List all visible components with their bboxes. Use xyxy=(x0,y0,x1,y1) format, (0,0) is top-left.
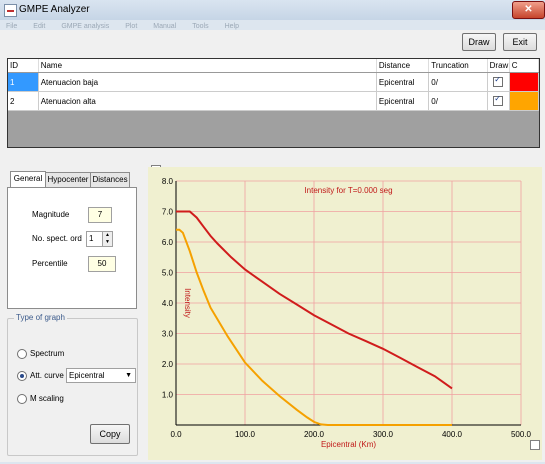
draw-checkbox[interactable] xyxy=(493,94,504,106)
title-bar: GMPE Analyzer ✕ xyxy=(0,0,545,20)
chevron-down-icon: ▼ xyxy=(125,372,132,379)
draw-checkbox[interactable] xyxy=(493,75,504,87)
gmpe-grid: ID Name Distance Truncation Draw C 1 Ate… xyxy=(7,58,540,148)
percentile-label: Percentile xyxy=(32,259,68,268)
menu-manual[interactable]: Manual xyxy=(153,22,176,30)
y-tick-label: 6.0 xyxy=(162,238,174,247)
att-curve-select-value: Epicentral xyxy=(69,371,105,380)
cell-color[interactable] xyxy=(509,91,540,111)
col-distance[interactable]: Distance xyxy=(376,59,430,73)
stepper-arrows[interactable]: ▲ ▼ xyxy=(102,231,113,247)
menu-plot[interactable]: Plot xyxy=(125,22,137,30)
col-id[interactable]: ID xyxy=(8,59,39,73)
y-tick-label: 2.0 xyxy=(162,360,174,369)
x-tick-label: 300.0 xyxy=(373,430,394,439)
x-tick-label: 500.0 xyxy=(511,430,532,439)
col-color[interactable]: C xyxy=(509,59,540,73)
chart-corner-checkbox[interactable] xyxy=(530,440,540,450)
cell-draw[interactable] xyxy=(487,91,510,111)
draw-button[interactable]: Draw xyxy=(462,33,496,51)
y-tick-label: 3.0 xyxy=(162,330,174,339)
m-scaling-label[interactable]: M scaling xyxy=(30,394,64,403)
tab-general[interactable]: General xyxy=(10,171,46,188)
m-scaling-radio[interactable] xyxy=(17,394,27,404)
table-row[interactable]: 2 Atenuacion alta Epicentral 0/ xyxy=(8,91,540,111)
att-curve-radio[interactable] xyxy=(17,371,27,381)
att-curve-label[interactable]: Att. curve xyxy=(30,371,64,380)
col-truncation[interactable]: Truncation xyxy=(428,59,488,73)
type-of-graph-group: Type of graph Spectrum Att. curve Epicen… xyxy=(7,313,138,456)
magnitude-input[interactable]: 7 xyxy=(88,207,112,223)
window-title: GMPE Analyzer xyxy=(19,4,90,15)
cell-name[interactable]: Atenuacion alta xyxy=(38,91,377,111)
cell-id[interactable]: 1 xyxy=(8,72,39,92)
cell-truncation[interactable]: 0/ xyxy=(428,91,488,111)
cell-distance[interactable]: Epicentral xyxy=(376,72,430,92)
spectrum-radio[interactable] xyxy=(17,349,27,359)
close-button[interactable]: ✕ xyxy=(512,1,545,19)
gmpe-table: ID Name Distance Truncation Draw C 1 Ate… xyxy=(8,59,540,111)
x-tick-label: 400.0 xyxy=(442,430,463,439)
tab-hypocenter[interactable]: Hypocenter xyxy=(45,172,91,187)
cell-draw[interactable] xyxy=(487,72,510,92)
chart-title: Intensity for T=0.000 seg xyxy=(304,186,392,195)
y-tick-label: 8.0 xyxy=(162,177,174,186)
app-icon xyxy=(4,4,17,17)
y-axis-label: Intensity xyxy=(183,288,192,318)
cell-id[interactable]: 2 xyxy=(8,91,39,111)
x-tick-label: 0.0 xyxy=(170,430,182,439)
tab-distances[interactable]: Distances xyxy=(90,172,130,187)
spect-ord-label: No. spect. ord xyxy=(32,234,82,243)
menu-edit[interactable]: Edit xyxy=(33,22,45,30)
menu-gmpe-analysis[interactable]: GMPE analysis xyxy=(61,22,109,30)
col-draw[interactable]: Draw xyxy=(487,59,510,73)
copy-button[interactable]: Copy xyxy=(90,424,130,444)
cell-distance[interactable]: Epicentral xyxy=(376,91,430,111)
menu-file[interactable]: File xyxy=(6,22,17,30)
group-title: Type of graph xyxy=(14,313,67,322)
menu-tools[interactable]: Tools xyxy=(192,22,208,30)
cell-color[interactable] xyxy=(509,72,540,92)
x-axis-label: Epicentral (Km) xyxy=(321,440,376,449)
percentile-input[interactable]: 50 xyxy=(88,256,116,272)
y-tick-label: 7.0 xyxy=(162,208,174,217)
attenuation-chart: 0.0 100.0 200.0 300.0 400.0 500.0 1.0 2.0 3.0 4.0… xyxy=(148,167,542,460)
menu-bar: File Edit GMPE analysis Plot Manual Tools Help xyxy=(0,20,545,30)
exit-button[interactable]: Exit xyxy=(503,33,537,51)
y-tick-label: 4.0 xyxy=(162,299,174,308)
spectrum-label[interactable]: Spectrum xyxy=(30,349,64,358)
y-tick-label: 5.0 xyxy=(162,269,174,278)
table-header: ID Name Distance Truncation Draw C xyxy=(8,59,540,73)
chart-svg: 0.0 100.0 200.0 300.0 400.0 500.0 1.0 2.0 3.0 4.0… xyxy=(162,177,532,449)
cell-truncation[interactable]: 0/ xyxy=(428,72,488,92)
table-row[interactable]: 1 Atenuacion baja Epicentral 0/ xyxy=(8,72,540,92)
menu-help[interactable]: Help xyxy=(225,22,239,30)
cell-name[interactable]: Atenuacion baja xyxy=(38,72,377,92)
general-tab-panel: Magnitude 7 No. spect. ord 1 ▲ ▼ Percenti… xyxy=(7,187,137,309)
att-curve-select[interactable]: Epicentral ▼ xyxy=(66,368,136,383)
x-tick-label: 200.0 xyxy=(304,430,325,439)
x-tick-label: 100.0 xyxy=(235,430,256,439)
col-name[interactable]: Name xyxy=(38,59,377,73)
magnitude-label: Magnitude xyxy=(32,210,70,219)
y-tick-label: 1.0 xyxy=(162,391,174,400)
